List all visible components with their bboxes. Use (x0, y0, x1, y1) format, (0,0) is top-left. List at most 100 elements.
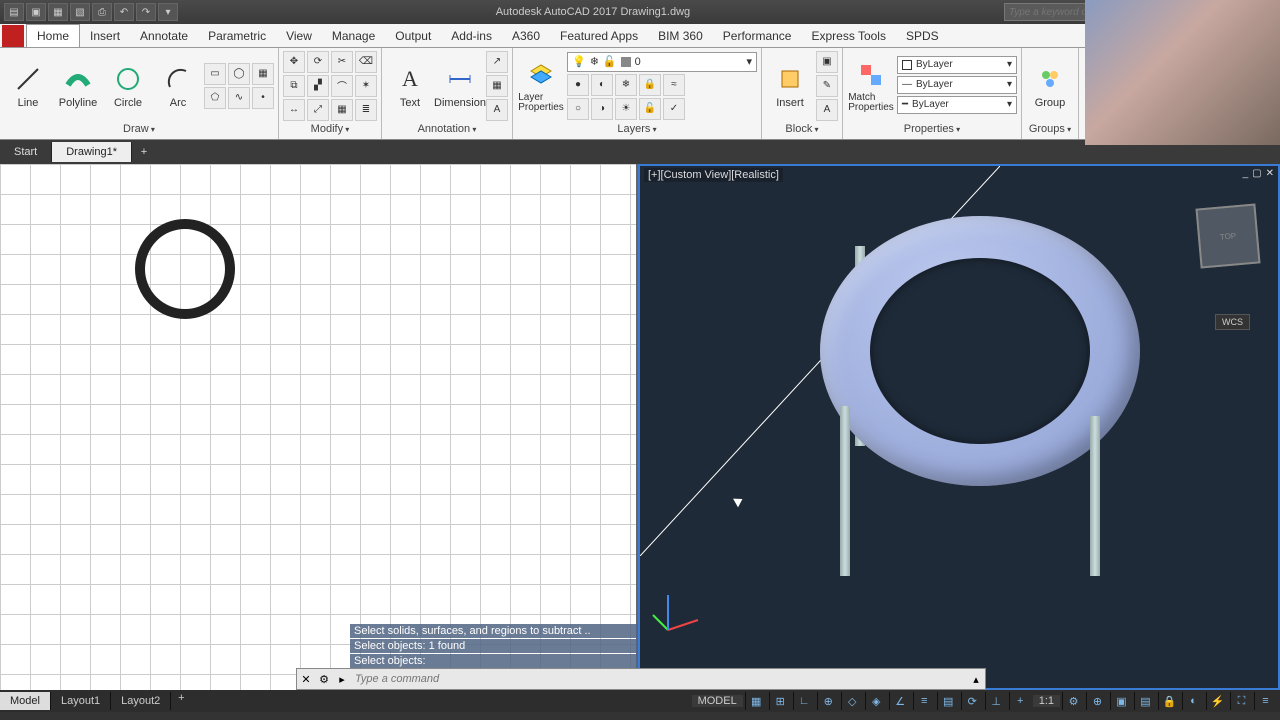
table-icon[interactable]: ▦ (486, 75, 508, 97)
viewport-2d[interactable]: Select solids, surfaces, and regions to … (0, 164, 638, 690)
arc-button[interactable]: Arc (154, 61, 202, 111)
panel-groups-title[interactable]: Groups (1026, 121, 1074, 137)
cmdline-close-icon[interactable]: ✕ (297, 673, 315, 686)
tab-annotate[interactable]: Annotate (130, 25, 198, 47)
attr-icon[interactable]: A (816, 99, 838, 121)
stretch-icon[interactable]: ↔ (283, 99, 305, 121)
tab-addins[interactable]: Add-ins (441, 25, 502, 47)
panel-annotation-title[interactable]: Annotation (386, 121, 508, 137)
trim-icon[interactable]: ✂ (331, 51, 353, 73)
modelspace-toggle[interactable]: MODEL (692, 695, 743, 707)
lineweight-dropdown[interactable]: —ByLayer▾ (897, 76, 1017, 94)
viewcube[interactable]: TOP (1195, 203, 1260, 268)
viewport-3d[interactable]: [+][Custom View][Realistic] _ ▢ ✕ TOP WC… (638, 164, 1280, 690)
panel-layers-title[interactable]: Layers (517, 121, 757, 137)
tab-output[interactable]: Output (385, 25, 441, 47)
dimension-button[interactable]: Dimension (436, 61, 484, 111)
qat-undo-icon[interactable]: ↶ (114, 3, 134, 21)
hwaccel-icon[interactable]: ⚡ (1206, 692, 1228, 710)
layiso-icon[interactable]: ◐ (591, 74, 613, 96)
tab-featured[interactable]: Featured Apps (550, 25, 648, 47)
layon-icon[interactable]: ○ (567, 98, 589, 120)
otrack-toggle-icon[interactable]: ∠ (889, 692, 911, 710)
mirror-icon[interactable]: ▞ (307, 75, 329, 97)
qat-open-icon[interactable]: ▣ (26, 3, 46, 21)
spline-icon[interactable]: ∿ (228, 87, 250, 109)
copy-icon[interactable]: ⧉ (283, 75, 305, 97)
qat-print-icon[interactable]: ⎙ (92, 3, 112, 21)
linetype-dropdown[interactable]: ━ByLayer▾ (897, 96, 1017, 114)
tab-spds[interactable]: SPDS (896, 25, 949, 47)
fillet-icon[interactable]: ⌒ (331, 75, 353, 97)
lockui-icon[interactable]: 🔒 (1158, 692, 1180, 710)
new-drawing-button[interactable]: + (132, 146, 156, 158)
lweight-toggle-icon[interactable]: ≡ (913, 692, 935, 710)
tab-home[interactable]: Home (26, 24, 80, 47)
layer-properties-button[interactable]: Layer Properties (517, 57, 565, 115)
add-layout-button[interactable]: + (171, 692, 191, 710)
color-dropdown[interactable]: ByLayer▾ (897, 56, 1017, 74)
workspace-icon[interactable]: ⚙ (1062, 692, 1084, 710)
command-input[interactable] (351, 673, 967, 685)
cmdline-recent-icon[interactable]: ▴ (967, 673, 985, 686)
scale-icon[interactable]: ⤢ (307, 99, 329, 121)
line-button[interactable]: Line (4, 61, 52, 111)
tab-bim360[interactable]: BIM 360 (648, 25, 713, 47)
tab-manage[interactable]: Manage (322, 25, 385, 47)
app-menu-button[interactable] (2, 25, 24, 47)
wcs-badge[interactable]: WCS (1215, 314, 1250, 330)
laythw-icon[interactable]: ☀ (615, 98, 637, 120)
tab-parametric[interactable]: Parametric (198, 25, 276, 47)
laymch-icon[interactable]: ≈ (663, 74, 685, 96)
panel-properties-title[interactable]: Properties (847, 121, 1017, 137)
insert-button[interactable]: Insert (766, 61, 814, 111)
qat-more-icon[interactable]: ▾ (158, 3, 178, 21)
dyninput-icon[interactable]: + (1009, 692, 1031, 710)
erase-icon[interactable]: ⌫ (355, 51, 377, 73)
units-icon[interactable]: ▣ (1110, 692, 1132, 710)
cleanscreen-icon[interactable]: ⛶ (1230, 692, 1252, 710)
isolate-icon[interactable]: ◐ (1182, 692, 1204, 710)
text-button[interactable]: AText (386, 61, 434, 111)
move-icon[interactable]: ✥ (283, 51, 305, 73)
tab-express[interactable]: Express Tools (801, 25, 895, 47)
quickprops-icon[interactable]: ▤ (1134, 692, 1156, 710)
ellipse-icon[interactable]: ◯ (228, 63, 250, 85)
tab-a360[interactable]: A360 (502, 25, 550, 47)
mtext-icon[interactable]: A (486, 99, 508, 121)
edit-block-icon[interactable]: ✎ (816, 75, 838, 97)
vp-close-icon[interactable]: ✕ (1266, 168, 1274, 179)
snap-toggle-icon[interactable]: ⊞ (769, 692, 791, 710)
tab-view[interactable]: View (276, 25, 322, 47)
explode-icon[interactable]: ✶ (355, 75, 377, 97)
rotate-icon[interactable]: ⟳ (307, 51, 329, 73)
tab-insert[interactable]: Insert (80, 25, 130, 47)
polyline-button[interactable]: Polyline (54, 61, 102, 111)
osnap-toggle-icon[interactable]: ◇ (841, 692, 863, 710)
tab-performance[interactable]: Performance (713, 25, 802, 47)
qat-redo-icon[interactable]: ↷ (136, 3, 156, 21)
layoff-icon[interactable]: ● (567, 74, 589, 96)
laylck-icon[interactable]: 🔒 (639, 74, 661, 96)
circle-button[interactable]: Circle (104, 61, 152, 111)
layulk-icon[interactable]: 🔓 (639, 98, 661, 120)
dynucs-icon[interactable]: ⊥ (985, 692, 1007, 710)
layfrz-icon[interactable]: ❄ (615, 74, 637, 96)
panel-modify-title[interactable]: Modify (283, 121, 377, 137)
layout-tab-model[interactable]: Model (0, 692, 51, 710)
layer-dropdown[interactable]: 💡❄🔓0▾ (567, 52, 757, 72)
vp-maximize-icon[interactable]: ▢ (1252, 168, 1261, 179)
hatch-icon[interactable]: ▦ (252, 63, 274, 85)
create-block-icon[interactable]: ▣ (816, 51, 838, 73)
leader-icon[interactable]: ↗ (486, 51, 508, 73)
polar-toggle-icon[interactable]: ⊕ (817, 692, 839, 710)
qat-new-icon[interactable]: ▤ (4, 3, 24, 21)
cycling-icon[interactable]: ⟳ (961, 692, 983, 710)
layuniso-icon[interactable]: ◑ (591, 98, 613, 120)
annomon-icon[interactable]: ⊕ (1086, 692, 1108, 710)
customize-icon[interactable]: ≡ (1254, 692, 1276, 710)
transparency-icon[interactable]: ▤ (937, 692, 959, 710)
vp-minimize-icon[interactable]: _ (1243, 168, 1249, 179)
laycur-icon[interactable]: ✓ (663, 98, 685, 120)
poly-icon[interactable]: ⬠ (204, 87, 226, 109)
